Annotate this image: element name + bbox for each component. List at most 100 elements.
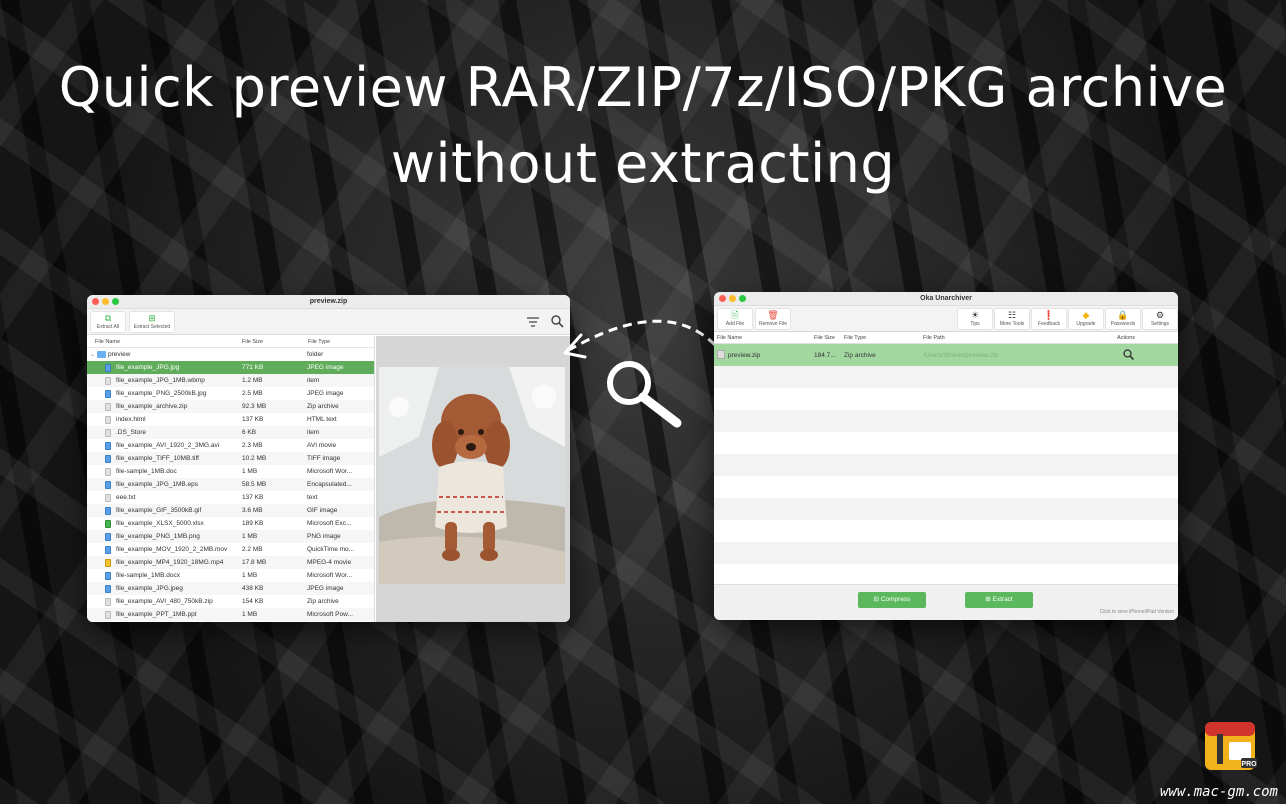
passwords-button[interactable]: 🔒 Passwords <box>1105 308 1141 330</box>
add-file-button[interactable]: 🗎 Add File <box>717 308 753 330</box>
extract-selected-label: Extract Selected <box>133 324 171 330</box>
file-name: file-sample_1MB.docx <box>116 572 180 579</box>
compress-label: Compress <box>880 596 911 603</box>
file-name: file_example_GIF_3500kB.gif <box>116 507 202 514</box>
empty-row <box>714 454 1178 476</box>
file-name: file_example_AVI_480_750kB.zip <box>116 598 213 605</box>
file-type: Microsoft Wor... <box>307 572 353 579</box>
file-name: file_example_JPG_1MB.eps <box>116 481 199 488</box>
file-row[interactable]: file-sample_1MB.doc 1 MB Microsoft Wor... <box>87 465 374 478</box>
file-size: 2.3 MB <box>242 442 263 449</box>
file-row[interactable]: file_example_AVI_480_750kB.zip 154 KB Zip … <box>87 595 374 608</box>
empty-row <box>714 520 1178 542</box>
file-name: file-sample_1MB.doc <box>116 468 177 475</box>
column-file-size[interactable]: File Size <box>242 339 263 345</box>
file-type: Microsoft Wor... <box>307 468 353 475</box>
file-row[interactable]: file_example_JPG_1MB.wbmp 1.2 MB item <box>87 374 374 387</box>
file-size: 154 KB <box>242 598 264 605</box>
minimize-button[interactable] <box>102 298 109 305</box>
column-file-path[interactable]: File Path <box>923 335 945 341</box>
column-file-size[interactable]: File Size <box>814 335 835 341</box>
remove-file-button[interactable]: 🗑 Remove File <box>755 308 791 330</box>
extract-button[interactable]: ⊞ Extract <box>965 592 1033 608</box>
column-file-type[interactable]: File Type <box>844 335 866 341</box>
headline-line-1: Quick preview RAR/ZIP/7z/ISO/PKG archive <box>58 56 1228 119</box>
chevron-down-icon[interactable]: ⌄ <box>90 351 95 358</box>
extract-selected-button[interactable]: ⊞ Extract Selected <box>129 311 175 333</box>
compress-button[interactable]: ⊟ Compress <box>858 592 926 608</box>
file-row[interactable]: file_example_PNG_2500kB.jpg 2.5 MB JPEG im… <box>87 387 374 400</box>
preview-search-icon[interactable] <box>1123 349 1134 360</box>
unarchiver-window-title: Oka Unarchiver <box>920 295 972 302</box>
tips-label: Tips <box>970 321 980 327</box>
file-row[interactable]: file_example_AVI_1920_2_3MG.avi 2.3 MB AVI… <box>87 439 374 452</box>
empty-row <box>714 432 1178 454</box>
file-icon <box>105 507 111 515</box>
archive-row[interactable]: preview.zip 184.7... Zip archive /Users/… <box>714 344 1178 366</box>
empty-row <box>714 498 1178 520</box>
file-name: .DS_Store <box>116 429 146 436</box>
file-name: file_example_XLSX_5000.xlsx <box>116 520 204 527</box>
preview-titlebar: preview.zip <box>87 295 570 309</box>
settings-button[interactable]: ⚙ Settings <box>1142 308 1178 330</box>
file-size: 438 KB <box>242 585 264 592</box>
file-list-header: File Name File Size File Type <box>87 336 374 348</box>
file-size: 771 KB <box>242 364 264 371</box>
empty-row <box>714 388 1178 410</box>
archive-list-header: File Name File Size File Type File Path … <box>714 332 1178 344</box>
file-row[interactable]: eee.txt 137 KB text <box>87 491 374 504</box>
column-file-type[interactable]: File Type <box>308 339 330 345</box>
file-type: TIFF image <box>307 455 341 462</box>
feedback-label: Feedback <box>1038 321 1060 327</box>
iphone-version-link[interactable]: Click to view iPhone/iPad Version <box>1100 609 1174 615</box>
file-row[interactable]: file_example_archive.zip 92.3 MB Zip archi… <box>87 400 374 413</box>
tips-button[interactable]: ☀ Tips <box>957 308 993 330</box>
extract-all-button[interactable]: ⧉ Extract All <box>90 311 126 333</box>
file-row[interactable]: file_example_MOV_1920_2_2MB.mov 2.2 MB Qui… <box>87 543 374 556</box>
upgrade-button[interactable]: ◆ Upgrade <box>1068 308 1104 330</box>
file-name: file_example_JPG.jpg <box>116 364 180 371</box>
zoom-button[interactable] <box>739 295 746 302</box>
close-button[interactable] <box>719 295 726 302</box>
add-file-icon: 🗎 <box>731 310 739 320</box>
file-size: 10.2 MB <box>242 455 267 462</box>
file-row[interactable]: file_example_TIFF_10MB.tiff 10.2 MB TIFF i… <box>87 452 374 465</box>
close-button[interactable] <box>92 298 99 305</box>
feedback-button[interactable]: ❗ Feedback <box>1031 308 1067 330</box>
file-row[interactable]: index.html 137 KB HTML text <box>87 413 374 426</box>
file-row[interactable]: .DS_Store 6 KB item <box>87 426 374 439</box>
file-row[interactable]: file_example_GIF_3500kB.gif 3.6 MB GIF ima… <box>87 504 374 517</box>
file-icon <box>105 416 111 424</box>
file-row[interactable]: file_example_JPG.jpeg 438 KB JPEG image <box>87 582 374 595</box>
file-name: index.html <box>116 416 146 423</box>
file-size: 58.5 MB <box>242 481 267 488</box>
file-row[interactable]: file_example_PNG_1MB.png 1 MB PNG image <box>87 530 374 543</box>
file-name: file_example_MP4_1920_18MG.mp4 <box>116 559 224 566</box>
file-row[interactable]: file-sample_1MB.docx 1 MB Microsoft Wor... <box>87 569 374 582</box>
unarchiver-window: Oka Unarchiver 🗎 Add File 🗑 Remove File … <box>714 292 1178 620</box>
file-row[interactable]: file_example_JPG_1MB.eps 58.5 MB Encapsula… <box>87 478 374 491</box>
bottom-bar: ⊟ Compress ⊞ Extract Click to view iPhon… <box>714 584 1178 620</box>
file-type: Zip archive <box>307 403 339 410</box>
file-size: 3.6 MB <box>242 507 263 514</box>
compress-icon: ⊟ <box>873 596 881 603</box>
file-icon <box>105 390 111 398</box>
file-row[interactable]: file_example_MP4_1920_18MG.mp4 17.8 MB MPE… <box>87 556 374 569</box>
file-name: file_example_PPT_1MB.ppt <box>116 611 197 618</box>
file-row[interactable]: file_example_JPG.jpg 771 KB JPEG image <box>87 361 374 374</box>
file-row[interactable]: file_example_XLSX_5000.xlsx 189 KB Microso… <box>87 517 374 530</box>
filter-icon[interactable] <box>527 317 539 327</box>
preview-window-title: preview.zip <box>309 298 348 305</box>
file-type: GIF image <box>307 507 338 514</box>
headline: Quick preview RAR/ZIP/7z/ISO/PKG archive… <box>0 50 1286 202</box>
minimize-button[interactable] <box>729 295 736 302</box>
file-type: MPEG-4 movie <box>307 559 352 566</box>
file-row[interactable]: file_example_PPT_1MB.ppt 1 MB Microsoft Po… <box>87 608 374 621</box>
more-tools-button[interactable]: ☷ More Tools <box>994 308 1030 330</box>
column-file-name[interactable]: File Name <box>717 335 742 341</box>
zoom-button[interactable] <box>112 298 119 305</box>
folder-row[interactable]: ⌄ preview folder <box>87 348 374 361</box>
column-file-name[interactable]: File Name <box>95 339 120 345</box>
file-icon <box>105 403 111 411</box>
file-type: QuickTime mo... <box>307 546 355 553</box>
